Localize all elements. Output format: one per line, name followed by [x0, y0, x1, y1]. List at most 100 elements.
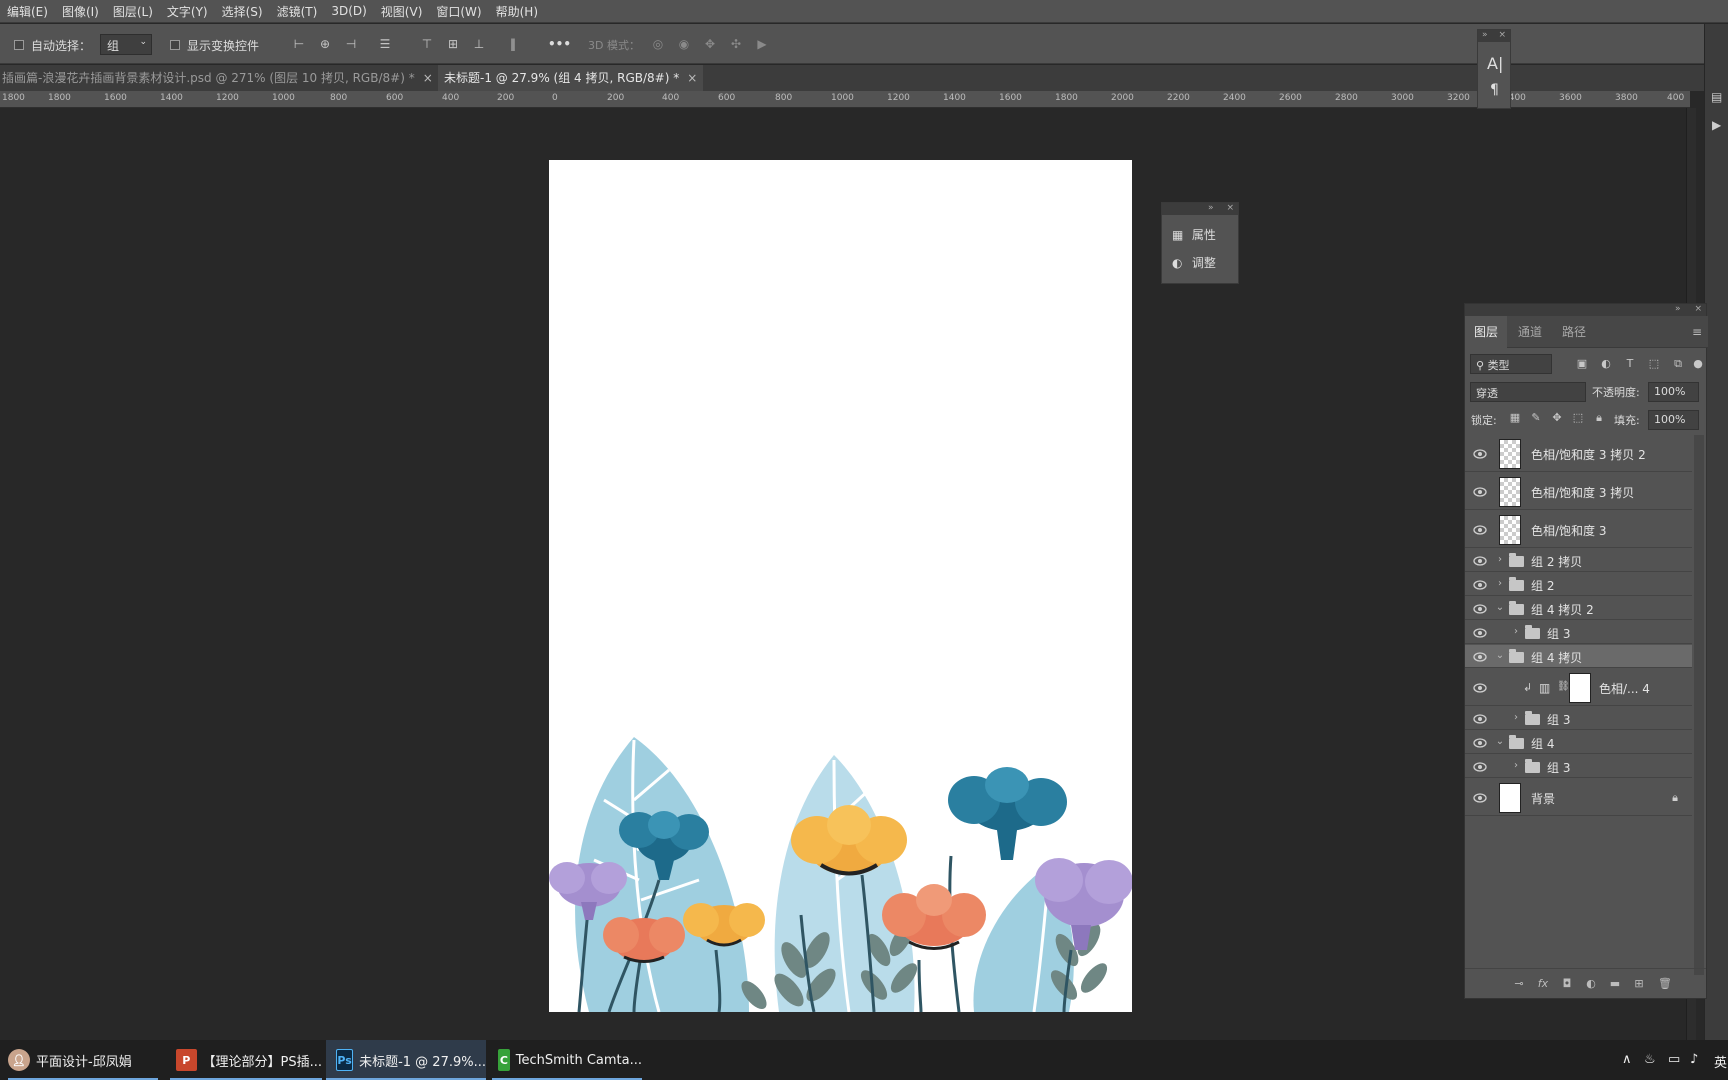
align-right-icon[interactable]: ⊣: [344, 38, 358, 50]
layer-row[interactable]: ⌄ 组 4: [1465, 731, 1692, 754]
menu-type[interactable]: 文字(Y): [160, 3, 215, 20]
lock-all-icon[interactable]: 🔒︎: [1592, 411, 1606, 425]
layer-list-scrollbar[interactable]: [1694, 435, 1704, 975]
distribute-vertical-icon[interactable]: ‖: [506, 38, 520, 50]
menu-layer[interactable]: 图层(L): [106, 3, 160, 20]
eye-icon[interactable]: [1473, 603, 1487, 614]
filter-pixel-icon[interactable]: ▣: [1575, 357, 1589, 371]
align-bottom-icon[interactable]: ⊥: [472, 38, 486, 50]
more-options-button[interactable]: •••: [548, 37, 571, 51]
close-icon[interactable]: ×: [687, 71, 697, 85]
chevron-down-icon[interactable]: ⌄: [1495, 650, 1505, 661]
fill-input[interactable]: 100%: [1648, 410, 1699, 430]
tab-paths[interactable]: 路径: [1553, 316, 1595, 348]
character-icon[interactable]: A|: [1487, 54, 1503, 73]
tab-document-2[interactable]: 未标题-1 @ 27.9% (组 4 拷贝, RGB/8#) * ×: [438, 65, 704, 91]
close-icon[interactable]: ×: [1226, 203, 1234, 213]
collapse-icon[interactable]: »: [1675, 304, 1681, 314]
play-icon[interactable]: ▶: [1712, 118, 1721, 132]
mask-link-icon[interactable]: ⛓︎: [1557, 681, 1570, 692]
add-mask-icon[interactable]: ◘: [1560, 978, 1574, 990]
eye-icon[interactable]: [1473, 627, 1487, 638]
lock-position-icon[interactable]: ✥: [1550, 411, 1564, 425]
close-icon[interactable]: ×: [1498, 30, 1506, 40]
chevron-up-icon[interactable]: ∧: [1622, 1052, 1632, 1067]
chevron-right-icon[interactable]: ›: [1511, 712, 1521, 723]
eye-icon[interactable]: [1473, 761, 1487, 772]
layer-row[interactable]: 🔒︎ 背景: [1465, 779, 1692, 816]
3d-scale-icon[interactable]: ▶: [755, 38, 769, 50]
network-icon[interactable]: ▭: [1668, 1052, 1680, 1067]
distribute-horizontal-icon[interactable]: ☰: [378, 38, 392, 50]
layer-row[interactable]: 色相/饱和度 3: [1465, 511, 1692, 548]
menu-view[interactable]: 视图(V): [374, 3, 430, 20]
opacity-input[interactable]: 100%: [1648, 382, 1699, 402]
tab-channels[interactable]: 通道: [1509, 316, 1551, 348]
show-transform-checkbox[interactable]: [170, 40, 180, 50]
layer-mask-thumbnail[interactable]: [1569, 672, 1591, 703]
layer-row[interactable]: ↲ ▥ ⛓︎ 色相/... 4: [1465, 669, 1692, 706]
layer-row[interactable]: 色相/饱和度 3 拷贝 2: [1465, 435, 1692, 472]
eye-icon[interactable]: [1473, 486, 1487, 497]
chevron-right-icon[interactable]: ›: [1511, 760, 1521, 771]
paragraph-icon[interactable]: ¶: [1490, 82, 1499, 98]
align-top-icon[interactable]: ⊤: [420, 38, 434, 50]
auto-select-checkbox[interactable]: [14, 40, 24, 50]
filter-shape-icon[interactable]: ⬚: [1647, 357, 1661, 371]
collapse-icon[interactable]: »: [1208, 203, 1214, 213]
filter-adjustment-icon[interactable]: ◐: [1599, 357, 1613, 371]
blend-mode-dropdown[interactable]: 穿透: [1470, 382, 1586, 402]
taskbar-item-camtasia[interactable]: C TechSmith Camta...: [492, 1040, 642, 1080]
chevron-right-icon[interactable]: ›: [1495, 578, 1505, 589]
ime-indicator[interactable]: 英: [1714, 1052, 1727, 1071]
panel-header[interactable]: » ×: [1478, 30, 1510, 42]
eye-icon[interactable]: [1473, 555, 1487, 566]
layer-row[interactable]: ⌄ 组 4 拷贝 2: [1465, 597, 1692, 620]
chevron-right-icon[interactable]: ›: [1511, 626, 1521, 637]
taskbar-item-powerpoint[interactable]: P 【理论部分】PS插...: [170, 1040, 322, 1080]
filter-smart-object-icon[interactable]: ⧉: [1671, 357, 1685, 371]
close-icon[interactable]: ×: [423, 71, 433, 85]
menu-filter[interactable]: 滤镜(T): [270, 3, 325, 20]
layer-row[interactable]: › 组 2: [1465, 573, 1692, 596]
align-vcenter-icon[interactable]: ⊞: [446, 38, 460, 50]
layer-row[interactable]: › 组 2 拷贝: [1465, 549, 1692, 572]
menu-window[interactable]: 窗口(W): [429, 3, 488, 20]
layer-row[interactable]: › 组 3: [1465, 707, 1692, 730]
menu-edit[interactable]: 编辑(E): [0, 3, 55, 20]
chevron-down-icon[interactable]: ⌄: [1495, 602, 1505, 613]
menu-help[interactable]: 帮助(H): [489, 3, 545, 20]
layer-row[interactable]: › 组 3: [1465, 621, 1692, 644]
3d-slide-icon[interactable]: ✣: [729, 38, 743, 50]
filter-toggle-icon[interactable]: ●: [1691, 357, 1705, 371]
close-icon[interactable]: ×: [1694, 304, 1702, 314]
eye-icon[interactable]: [1473, 713, 1487, 724]
filter-type-icon[interactable]: T: [1623, 357, 1637, 371]
layer-filter-dropdown[interactable]: ⚲ 类型: [1470, 354, 1552, 374]
collapse-icon[interactable]: »: [1482, 30, 1488, 40]
new-adjustment-icon[interactable]: ◐: [1584, 978, 1598, 990]
eye-icon[interactable]: [1473, 448, 1487, 459]
tab-layers[interactable]: 图层: [1465, 316, 1508, 348]
3d-roll-icon[interactable]: ◉: [677, 38, 691, 50]
auto-select-dropdown[interactable]: 组 ⌄: [100, 34, 152, 55]
layer-row[interactable]: 色相/饱和度 3 拷贝: [1465, 473, 1692, 510]
taskbar-item-user[interactable]: 👤︎ 平面设计-邱凤娟: [8, 1040, 158, 1080]
layer-row[interactable]: › 组 3: [1465, 755, 1692, 778]
new-group-icon[interactable]: ▬: [1608, 978, 1622, 990]
adjustments-button[interactable]: ◐ 调整: [1172, 254, 1216, 271]
lock-artboard-icon[interactable]: ⬚: [1571, 411, 1585, 425]
align-left-icon[interactable]: ⊢: [292, 38, 306, 50]
dock-icon[interactable]: ▤: [1711, 90, 1722, 104]
taskbar-item-photoshop[interactable]: Ps 未标题-1 @ 27.9%...: [326, 1040, 486, 1080]
eye-icon[interactable]: [1473, 579, 1487, 590]
chevron-right-icon[interactable]: ›: [1495, 554, 1505, 565]
document-canvas[interactable]: [549, 160, 1132, 1012]
tab-document-1[interactable]: 插画篇-浪漫花卉插画背景素材设计.psd @ 271% (图层 10 拷贝, R…: [0, 65, 439, 91]
chevron-down-icon[interactable]: ⌄: [1495, 736, 1505, 747]
panel-menu-icon[interactable]: ≡: [1692, 325, 1702, 339]
panel-header[interactable]: » ×: [1465, 304, 1706, 316]
eye-icon[interactable]: [1473, 792, 1487, 803]
eye-icon[interactable]: [1473, 737, 1487, 748]
delete-layer-icon[interactable]: 🗑︎: [1658, 978, 1672, 990]
